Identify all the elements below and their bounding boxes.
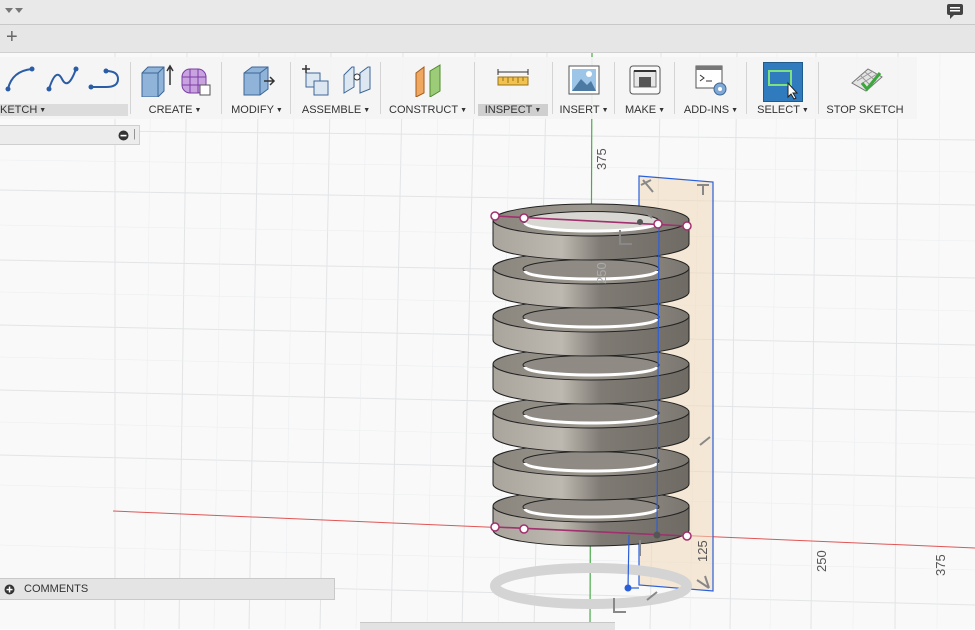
select-menu-label[interactable]: SELECT ▼ (750, 104, 816, 116)
new-component-icon[interactable] (300, 63, 334, 97)
create-group[interactable]: CREATE ▼ (134, 57, 216, 119)
toolbar-separator (746, 62, 747, 114)
make-group[interactable]: MAKE ▼ (618, 57, 672, 119)
sketch-group[interactable]: KETCH ▼ (0, 57, 128, 119)
toolbar-separator (674, 62, 675, 114)
addins-group[interactable]: ADD-INS ▼ (678, 57, 744, 119)
toolbar-separator (474, 62, 475, 114)
comments-panel[interactable]: COMMENTS (0, 578, 335, 600)
arc-icon[interactable] (4, 63, 38, 93)
toolbar-separator (221, 62, 222, 114)
assemble-menu-label[interactable]: ASSEMBLE ▼ (296, 104, 376, 116)
axis-label-125: 125 (695, 540, 710, 562)
offset-plane-icon[interactable] (412, 63, 446, 97)
insert-group[interactable]: INSERT ▼ (556, 57, 612, 119)
construct-group[interactable]: CONSTRUCT ▼ (386, 57, 470, 119)
modify-menu-label[interactable]: MODIFY ▼ (226, 104, 288, 116)
make-menu-label[interactable]: MAKE ▼ (618, 104, 672, 116)
toolbar-separator (290, 62, 291, 114)
toolbar-separator (380, 62, 381, 114)
toolbar-separator (818, 62, 819, 114)
extrude-icon[interactable] (138, 63, 174, 97)
toolbar-separator (552, 62, 553, 114)
modify-group[interactable]: MODIFY ▼ (226, 57, 288, 119)
assemble-group[interactable]: ASSEMBLE ▼ (296, 57, 376, 119)
conic-curve-icon[interactable] (88, 63, 122, 93)
create-menu-label[interactable]: CREATE ▼ (134, 104, 216, 116)
toolbar-separator (130, 62, 131, 114)
axis-label-y-375: 375 (594, 148, 609, 170)
insert-image-icon[interactable] (567, 63, 601, 97)
panel-pin[interactable]: | (133, 128, 136, 140)
measure-icon[interactable] (496, 63, 530, 97)
stop-sketch-label[interactable]: STOP SKETCH (822, 104, 908, 116)
construct-menu-label[interactable]: CONSTRUCT ▼ (386, 104, 470, 116)
comments-label: COMMENTS (24, 583, 89, 595)
scripts-icon[interactable] (694, 63, 728, 97)
stop-sketch-group[interactable]: STOP SKETCH (822, 57, 908, 119)
inspect-menu-label[interactable]: INSPECT ▼ (478, 104, 548, 116)
axis-label-250: 250 (814, 550, 829, 572)
select-window-icon[interactable] (763, 62, 803, 102)
sketch-menu-label[interactable]: KETCH ▼ (0, 104, 128, 116)
plus-circle-icon[interactable] (4, 584, 15, 595)
insert-menu-label[interactable]: INSERT ▼ (556, 104, 612, 116)
spline-icon[interactable] (46, 63, 80, 93)
stop-sketch-icon[interactable] (848, 63, 884, 97)
press-pull-icon[interactable] (240, 63, 276, 97)
toolbar-separator (614, 62, 615, 114)
axis-label-375: 375 (933, 554, 948, 576)
3d-print-icon[interactable] (628, 63, 662, 97)
joint-icon[interactable] (340, 63, 374, 97)
form-icon[interactable] (178, 63, 212, 97)
select-group[interactable]: SELECT ▼ (750, 57, 816, 119)
axis-label-y-250: 250 (594, 262, 609, 284)
minus-circle-icon[interactable] (118, 130, 129, 141)
browser-panel-header: | (0, 125, 140, 145)
inspect-group[interactable]: INSPECT ▼ (478, 57, 548, 119)
addins-menu-label[interactable]: ADD-INS ▼ (678, 104, 744, 116)
